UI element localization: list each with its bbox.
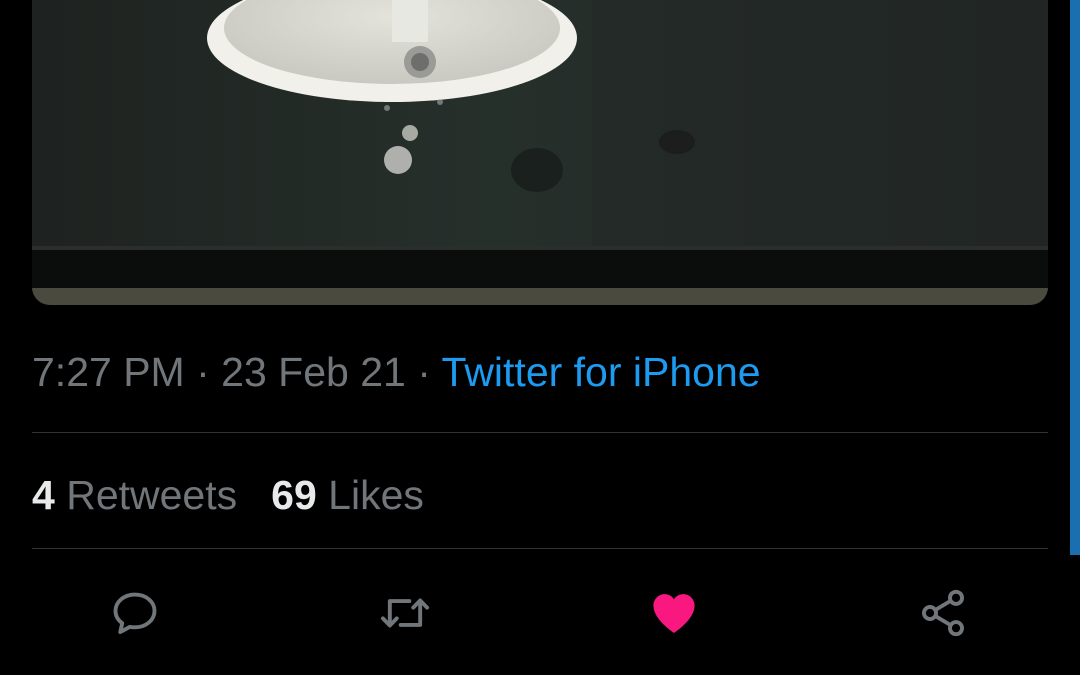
- likes-count: 69: [271, 472, 317, 518]
- retweet-button[interactable]: [375, 583, 435, 643]
- likes-stat[interactable]: 69 Likes: [271, 472, 424, 518]
- tweet-timestamp: 7:27 PM · 23 Feb 21 · Twitter for iPhone: [32, 347, 761, 397]
- divider: [32, 548, 1048, 549]
- scroll-indicator[interactable]: [1070, 0, 1080, 555]
- tweet-stats: 4 Retweets 69 Likes: [32, 470, 424, 520]
- retweets-count: 4: [32, 472, 55, 518]
- likes-label: Likes: [328, 472, 424, 518]
- meta-separator: ·: [417, 349, 431, 395]
- tweet-source-link[interactable]: Twitter for iPhone: [442, 349, 761, 395]
- tweet-time[interactable]: 7:27 PM: [32, 349, 185, 395]
- divider: [32, 432, 1048, 433]
- tweet-photo[interactable]: [32, 0, 1048, 305]
- like-button[interactable]: [644, 583, 704, 643]
- retweets-stat[interactable]: 4 Retweets: [32, 472, 237, 518]
- tweet-date[interactable]: 23 Feb 21: [221, 349, 406, 395]
- share-button[interactable]: [913, 583, 973, 643]
- retweet-arrows-icon: [380, 598, 430, 628]
- share-nodes-icon: [921, 589, 965, 637]
- retweets-label: Retweets: [66, 472, 238, 518]
- meta-separator: ·: [196, 349, 210, 395]
- reply-button[interactable]: [105, 583, 165, 643]
- heart-filled-icon: [653, 594, 695, 633]
- comment-bubble-icon: [113, 592, 157, 635]
